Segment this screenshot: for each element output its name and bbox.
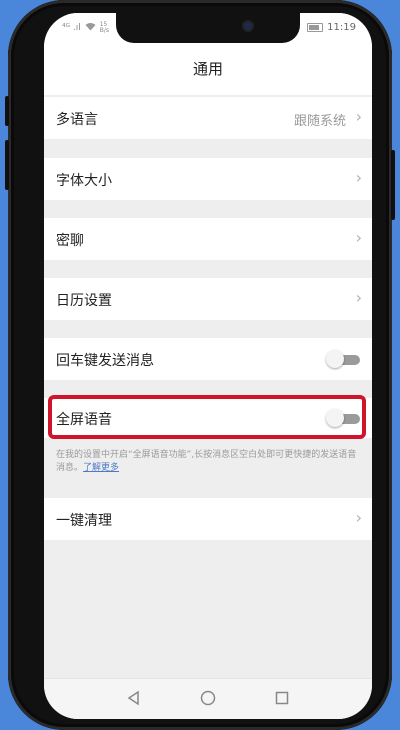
- volume-button: [5, 96, 9, 126]
- fullscreen-voice-note: 在我的设置中开启“全屏语音功能”,长按消息区空白处即可更快捷的发送语音消息。了解…: [56, 449, 362, 475]
- setting-one-key-clear-label: 一键清理: [56, 513, 112, 529]
- setting-secret-chat-label: 密聊: [56, 233, 84, 249]
- chevron-right-icon: ›: [355, 168, 362, 187]
- signal-icon: ⁴ᴳ .ıl: [62, 23, 81, 33]
- enter-send-toggle[interactable]: [326, 350, 360, 368]
- setting-font-size[interactable]: 字体大小 ›: [44, 158, 372, 200]
- clock: 11:19: [327, 22, 356, 33]
- setting-language[interactable]: 多语言 跟随系统 ›: [44, 97, 372, 139]
- battery-icon: [307, 23, 324, 32]
- back-icon[interactable]: [126, 690, 142, 710]
- chevron-right-icon: ›: [355, 508, 362, 527]
- page-title: 通用: [44, 43, 372, 95]
- setting-font-size-label: 字体大小: [56, 173, 112, 189]
- chevron-right-icon: ›: [355, 107, 362, 126]
- home-icon[interactable]: [200, 690, 216, 710]
- setting-language-value: 跟随系统: [293, 114, 346, 129]
- recents-icon[interactable]: [274, 690, 290, 710]
- setting-one-key-clear[interactable]: 一键清理 ›: [44, 498, 372, 540]
- learn-more-link[interactable]: 了解更多: [83, 463, 119, 473]
- setting-enter-send: 回车键发送消息: [44, 338, 372, 380]
- network-speed: 15 B/s: [99, 21, 109, 34]
- chevron-right-icon: ›: [355, 288, 362, 307]
- setting-calendar[interactable]: 日历设置 ›: [44, 278, 372, 320]
- setting-enter-send-label: 回车键发送消息: [56, 353, 154, 369]
- setting-calendar-label: 日历设置: [56, 293, 112, 309]
- highlight-box: [48, 395, 366, 439]
- setting-secret-chat[interactable]: 密聊 ›: [44, 218, 372, 260]
- system-nav-bar: [44, 678, 372, 719]
- wifi-icon: [85, 22, 96, 34]
- notch: [116, 13, 300, 43]
- chevron-right-icon: ›: [355, 228, 362, 247]
- camera-icon: [244, 22, 252, 30]
- volume-button: [5, 140, 9, 190]
- setting-language-label: 多语言: [56, 112, 98, 128]
- power-button: [391, 150, 395, 220]
- screen: ⁴ᴳ .ıl 15 B/s 11:19 通用 多语言 跟随系统 › 字体大小 ›: [44, 13, 372, 719]
- phone-frame: ⁴ᴳ .ıl 15 B/s 11:19 通用 多语言 跟随系统 › 字体大小 ›: [5, 0, 395, 730]
